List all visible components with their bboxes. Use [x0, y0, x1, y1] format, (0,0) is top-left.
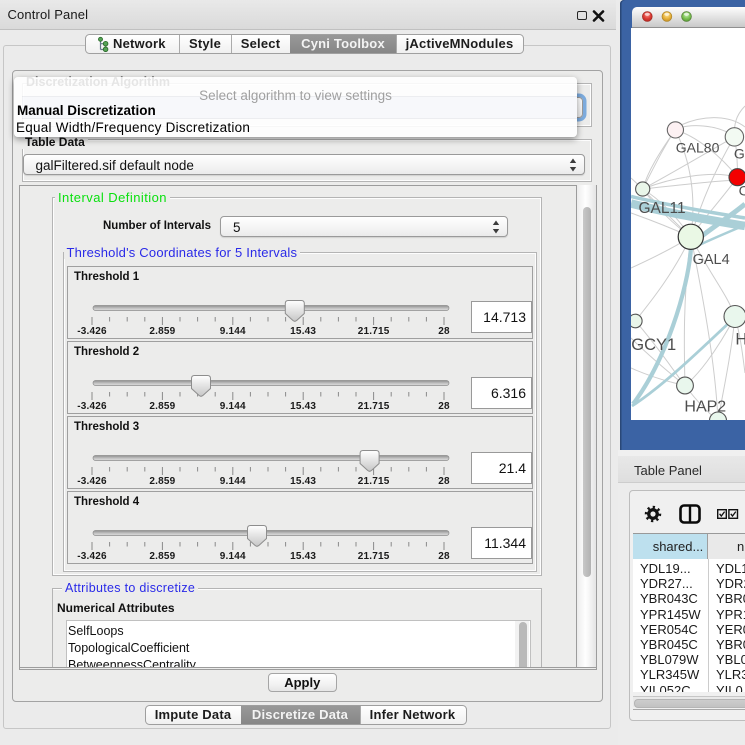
- svg-text:21.715: 21.715: [358, 401, 390, 412]
- svg-text:2.859: 2.859: [149, 326, 175, 337]
- svg-text:9.144: 9.144: [220, 326, 246, 337]
- svg-text:28: 28: [438, 326, 450, 337]
- svg-text:2.859: 2.859: [149, 551, 175, 562]
- svg-text:-3.426: -3.426: [77, 326, 107, 337]
- svg-text:GAL4: GAL4: [693, 252, 730, 268]
- svg-text:28: 28: [438, 551, 450, 562]
- svg-text:GCY1: GCY1: [631, 336, 676, 354]
- svg-text:2.859: 2.859: [149, 476, 175, 487]
- svg-text:2.859: 2.859: [149, 401, 175, 412]
- svg-text:21.715: 21.715: [358, 551, 390, 562]
- svg-text:9.144: 9.144: [220, 551, 246, 562]
- svg-text:15.43: 15.43: [290, 551, 316, 562]
- svg-text:-3.426: -3.426: [77, 401, 107, 412]
- svg-text:21.715: 21.715: [358, 326, 390, 337]
- svg-text:-3.426: -3.426: [77, 551, 107, 562]
- svg-text:-3.426: -3.426: [77, 476, 107, 487]
- svg-text:HAP2: HAP2: [684, 398, 726, 415]
- svg-text:9.144: 9.144: [220, 401, 246, 412]
- svg-text:GAL11: GAL11: [639, 200, 686, 217]
- svg-text:28: 28: [438, 476, 450, 487]
- svg-text:H: H: [735, 330, 745, 348]
- svg-text:28: 28: [438, 401, 450, 412]
- svg-text:9.144: 9.144: [220, 476, 246, 487]
- svg-text:15.43: 15.43: [290, 401, 316, 412]
- svg-text:G.: G.: [734, 145, 745, 161]
- svg-text:C: C: [739, 182, 745, 198]
- svg-text:21.715: 21.715: [358, 476, 390, 487]
- svg-text:GAL80: GAL80: [676, 139, 720, 155]
- svg-text:15.43: 15.43: [290, 476, 316, 487]
- svg-text:15.43: 15.43: [290, 326, 316, 337]
